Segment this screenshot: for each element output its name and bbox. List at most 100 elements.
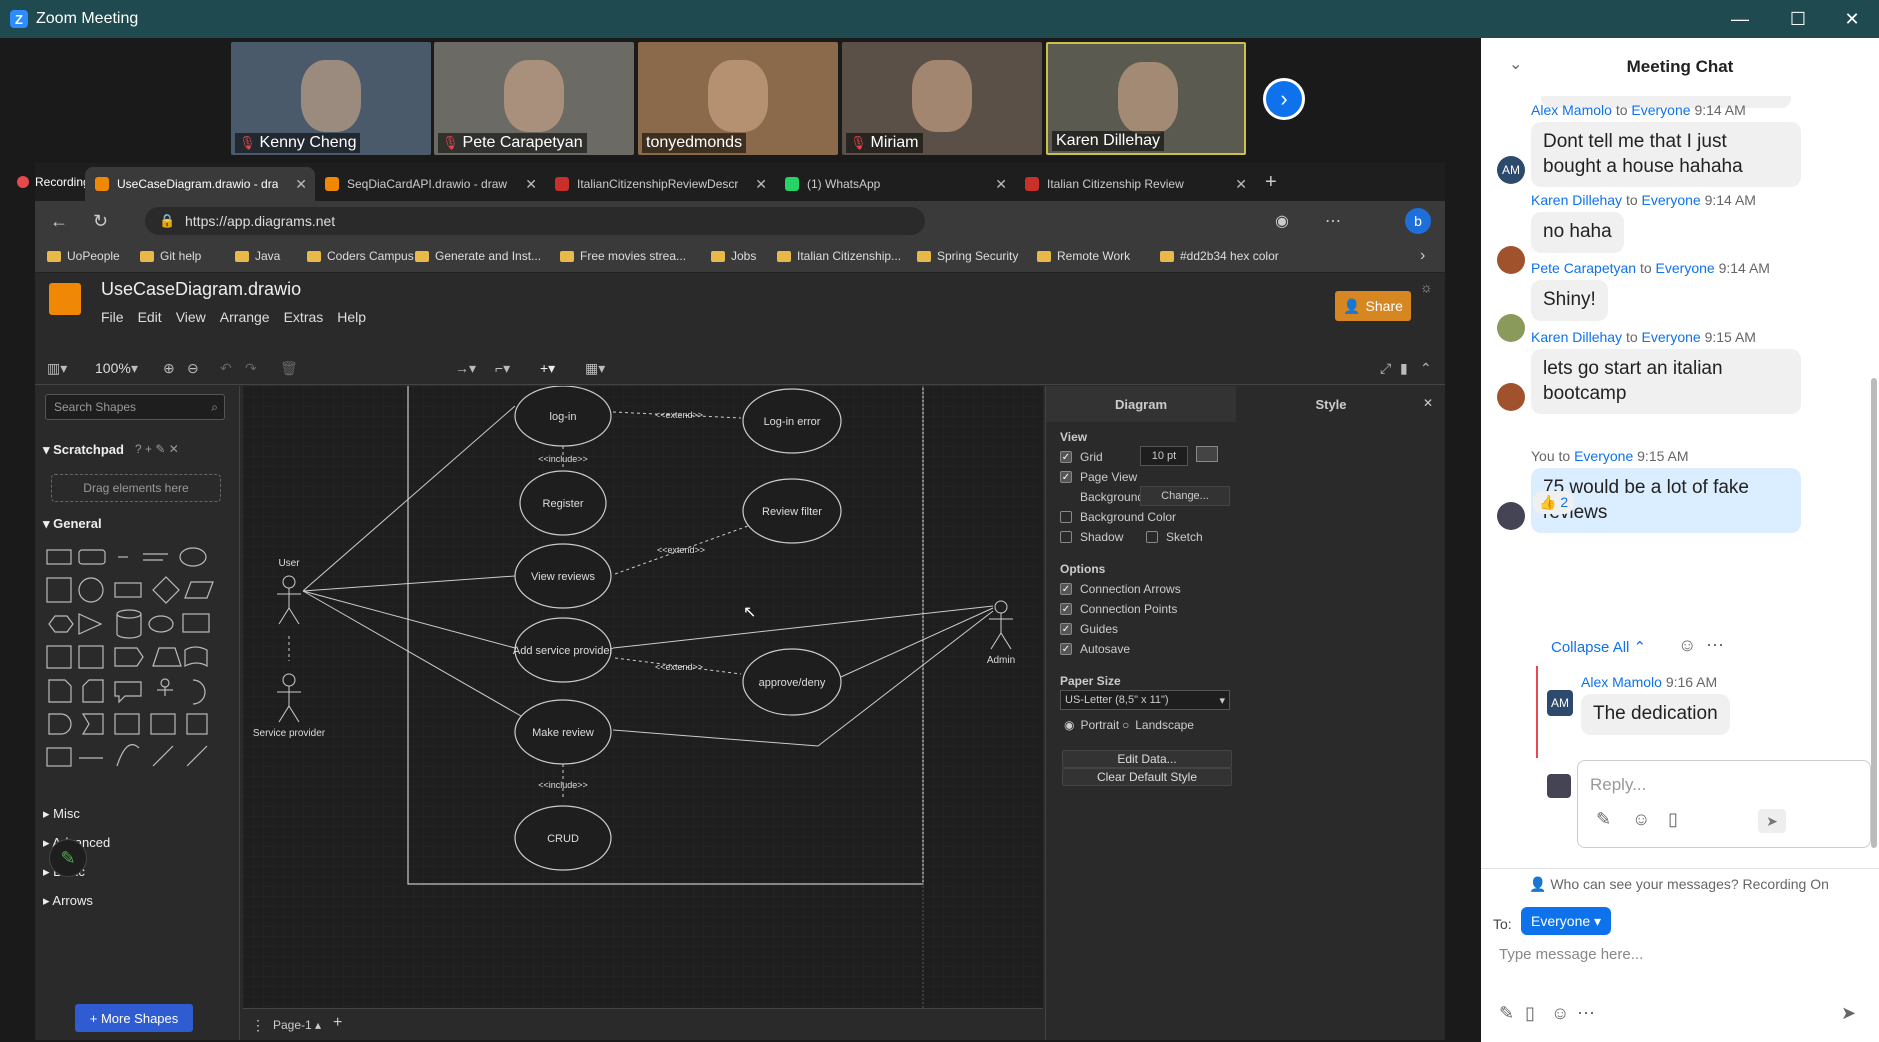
avatar[interactable] — [1497, 383, 1525, 411]
url-field[interactable]: 🔒 https://app.diagrams.net — [145, 207, 925, 235]
checkbox-icon[interactable]: ✓ — [1060, 623, 1072, 635]
collapse-icon[interactable]: ⌃ — [1420, 360, 1432, 377]
format-icon[interactable]: ✎ — [1596, 809, 1611, 830]
waypoints-icon[interactable]: ⌐▾ — [495, 360, 510, 377]
bookmark-item[interactable]: Git help — [140, 249, 201, 263]
avatar[interactable] — [1497, 246, 1525, 274]
more-options-icon[interactable]: ⋯ — [1577, 1003, 1595, 1024]
checkbox-icon[interactable] — [1146, 531, 1158, 543]
guides-option[interactable]: ✓ Guides — [1060, 622, 1118, 636]
message-bubble[interactable]: Dont tell me that I just bought a house … — [1531, 122, 1801, 188]
avatar[interactable] — [1497, 314, 1525, 342]
paper-size-select[interactable]: US-Letter (8,5" x 11") ▾ — [1060, 690, 1230, 710]
bookmark-item[interactable]: Jobs — [711, 249, 756, 263]
browser-tab[interactable]: ItalianCitizenshipReviewDescr ✕ — [545, 167, 775, 201]
reaction-badge[interactable]: 👍 2 — [1533, 491, 1575, 514]
visibility-notice[interactable]: 👤 Who can see your messages? Recording O… — [1529, 876, 1829, 893]
collapse-all-button[interactable]: Collapse All ⌃ — [1551, 638, 1646, 656]
minimize-button[interactable]: — — [1712, 0, 1768, 38]
close-tab-icon[interactable]: ✕ — [525, 176, 537, 193]
bookmark-item[interactable]: Coders Campus — [307, 249, 414, 263]
delete-icon[interactable]: 🗑 — [280, 360, 298, 377]
chevron-right-icon[interactable]: › — [1420, 247, 1425, 265]
message-bubble[interactable]: Shiny! — [1531, 280, 1608, 321]
menu-item[interactable]: Edit — [138, 309, 162, 325]
scratchpad-dropzone[interactable]: Drag elements here — [51, 474, 221, 502]
emoji-icon[interactable]: ☺ — [1632, 809, 1650, 830]
send-icon[interactable]: ➤ — [1758, 809, 1786, 833]
landscape-option[interactable]: ○ Landscape — [1122, 718, 1194, 732]
grid-color-swatch[interactable] — [1196, 446, 1218, 462]
theme-icon[interactable]: ☼ — [1420, 279, 1433, 295]
add-page-button[interactable]: + — [333, 1014, 342, 1032]
table-icon[interactable]: ▦▾ — [585, 360, 605, 377]
include-label[interactable]: <<include>> — [538, 780, 588, 790]
menu-item[interactable]: File — [101, 309, 124, 325]
connection-icon[interactable]: →▾ — [455, 360, 476, 377]
menu-item[interactable]: Extras — [284, 309, 324, 325]
general-header[interactable]: ▾ General — [43, 516, 102, 532]
portrait-option[interactable]: ◉ Portrait — [1064, 718, 1119, 732]
recipient-select[interactable]: Everyone ▾ — [1521, 907, 1612, 935]
refresh-icon[interactable]: ↻ — [93, 211, 108, 232]
participant-video[interactable]: 🎙 Kenny Cheng — [231, 42, 431, 155]
participant-video[interactable]: 🎙 Pete Carapetyan — [434, 42, 634, 155]
participant-video[interactable]: Karen Dillehay — [1046, 42, 1246, 155]
search-shapes-input[interactable]: Search Shapes ⌕ — [45, 394, 225, 420]
bookmark-item[interactable]: Spring Security — [917, 249, 1018, 263]
page-view-option[interactable]: ✓ Page View — [1060, 470, 1137, 484]
emoji-icon[interactable]: ☺ — [1551, 1003, 1569, 1024]
checkbox-icon[interactable]: ✓ — [1060, 603, 1072, 615]
checkbox-icon[interactable] — [1060, 511, 1072, 523]
insert-icon[interactable]: +▾ — [540, 360, 555, 377]
use-case-diagram[interactable]: <<extend>> <<extend>> <<extend>> <<inclu… — [243, 386, 1043, 1008]
browser-tab[interactable]: (1) WhatsApp ✕ — [775, 167, 1015, 201]
chat-scrollbar[interactable] — [1871, 378, 1877, 848]
connection-points-option[interactable]: ✓ Connection Points — [1060, 602, 1177, 616]
pages-menu-icon[interactable]: ⋮ — [251, 1017, 265, 1034]
diagram-canvas[interactable]: <<extend>> <<extend>> <<extend>> <<inclu… — [243, 386, 1043, 1008]
bookmark-item[interactable]: Free movies strea... — [560, 249, 686, 263]
file-icon[interactable]: ▯ — [1525, 1003, 1535, 1024]
menu-item[interactable]: Arrange — [220, 309, 270, 325]
scratchpad-tools-icon[interactable]: ? + ✎ ✕ — [135, 442, 179, 456]
avatar[interactable]: AM — [1497, 156, 1525, 184]
menu-item[interactable]: View — [176, 309, 206, 325]
bookmark-item[interactable]: Italian Citizenship... — [777, 249, 901, 263]
scratchpad-header[interactable]: ▾ Scratchpad — [43, 442, 124, 458]
zoom-out-icon[interactable]: ⊖ — [187, 360, 199, 377]
tab-diagram[interactable]: Diagram — [1046, 386, 1236, 422]
message-bubble[interactable]: no haha — [1531, 212, 1624, 253]
checkbox-icon[interactable]: ✓ — [1060, 583, 1072, 595]
tab-style[interactable]: Style — [1236, 386, 1426, 422]
browser-tab[interactable]: Italian Citizenship Review ✕ — [1015, 167, 1255, 201]
send-icon[interactable]: ➤ — [1841, 1003, 1856, 1024]
menu-item[interactable]: Help — [337, 309, 366, 325]
checkbox-icon[interactable] — [1060, 531, 1072, 543]
grid-option[interactable]: ✓ Grid — [1060, 450, 1103, 464]
close-tab-icon[interactable]: ✕ — [755, 176, 767, 193]
checkbox-icon[interactable]: ✓ — [1060, 471, 1072, 483]
extend-label[interactable]: <<extend>> — [655, 410, 703, 420]
browser-tab[interactable]: SeqDiaCardAPI.drawio - draw ✕ — [315, 167, 545, 201]
collapse-chat-icon[interactable]: ⌄ — [1509, 54, 1522, 74]
avatar[interactable] — [1497, 502, 1525, 530]
clear-default-style-button[interactable]: Clear Default Style — [1062, 768, 1232, 786]
background-color-option[interactable]: Background Color — [1060, 510, 1176, 524]
share-button[interactable]: 👤 Share — [1335, 291, 1411, 321]
radio-icon[interactable]: ○ — [1122, 718, 1129, 732]
checkbox-icon[interactable]: ✓ — [1060, 451, 1072, 463]
edit-data-button[interactable]: Edit Data... — [1062, 750, 1232, 768]
browser-tab[interactable]: UseCaseDiagram.drawio - dra ✕ — [85, 167, 315, 201]
undo-icon[interactable]: ↶ — [220, 360, 232, 377]
participant-video[interactable]: 🎙 Miriam — [842, 42, 1042, 155]
format-panel-icon[interactable]: ▮ — [1400, 360, 1408, 377]
shadow-option[interactable]: Shadow — [1060, 530, 1123, 544]
back-icon[interactable]: ← — [50, 211, 68, 232]
file-icon[interactable]: ▯ — [1668, 809, 1678, 830]
message-input[interactable]: Type message here... — [1499, 946, 1643, 963]
format-icon[interactable]: ✎ — [1499, 1003, 1514, 1024]
bookmark-item[interactable]: #dd2b34 hex color — [1160, 249, 1279, 263]
change-background-button[interactable]: Change... — [1140, 486, 1230, 506]
bookmark-item[interactable]: Java — [235, 249, 280, 263]
